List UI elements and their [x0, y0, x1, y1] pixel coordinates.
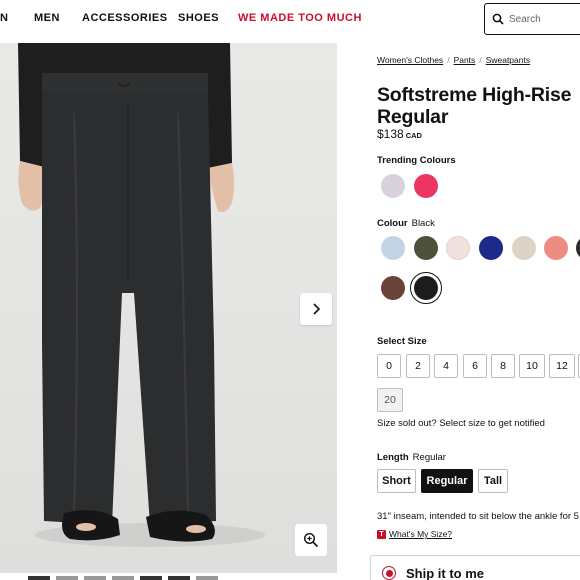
product-photo	[18, 43, 265, 547]
image-thumbnail[interactable]	[168, 576, 190, 580]
size-option-6[interactable]: 6	[463, 354, 487, 378]
next-image-button[interactable]	[300, 293, 332, 325]
breadcrumb-womens-clothes[interactable]: Women's Clothes	[377, 55, 443, 65]
product-image-gallery	[0, 43, 337, 573]
colour-swatch-blush[interactable]	[446, 236, 470, 260]
nav-item-women[interactable]: N	[0, 12, 8, 24]
breadcrumb-pants[interactable]: Pants	[454, 55, 476, 65]
nav-item-shoes[interactable]: SHOES	[178, 12, 219, 24]
price-currency: CAD	[405, 131, 422, 140]
colour-swatch-charcoal[interactable]	[576, 236, 580, 260]
size-option-20-soldout[interactable]: 20	[377, 388, 403, 412]
breadcrumb: Women's Clothes / Pants / Sweatpants	[377, 55, 530, 65]
colour-label: Colour Black	[377, 218, 435, 229]
radio-dot	[385, 569, 393, 577]
ship-it-to-me-option[interactable]: Ship it to me	[377, 563, 484, 580]
image-thumbnail[interactable]	[56, 576, 78, 580]
product-price: $138 CAD	[377, 127, 422, 141]
sold-out-note: Size sold out? Select size to get notifi…	[377, 418, 545, 429]
search-input[interactable]	[509, 10, 580, 28]
image-thumbnail[interactable]	[112, 576, 134, 580]
image-thumbnail[interactable]	[140, 576, 162, 580]
length-selected-value: Regular	[412, 452, 446, 463]
colour-swatch-brown[interactable]	[381, 276, 405, 300]
length-label: Length Regular	[377, 452, 446, 463]
whats-my-size-link[interactable]: What's My Size?	[389, 529, 452, 539]
size-option-8[interactable]: 8	[491, 354, 515, 378]
colour-label-text: Colour	[377, 218, 408, 229]
colour-swatch-black-selected[interactable]	[410, 272, 442, 304]
inseam-description: 31" inseam, intended to sit below the an…	[377, 511, 579, 522]
ship-radio-button[interactable]	[382, 566, 396, 580]
nav-item-men[interactable]: MEN	[34, 12, 60, 24]
colour-swatch-light-blue[interactable]	[381, 236, 405, 260]
size-help: T What's My Size?	[377, 529, 452, 539]
breadcrumb-separator: /	[479, 55, 482, 65]
top-navigation: N MEN ACCESSORIES SHOES WE MADE TOO MUCH	[0, 0, 580, 40]
colour-swatch-navy[interactable]	[479, 236, 503, 260]
product-title: Softstreme High-Rise Regular	[377, 84, 580, 128]
ship-it-to-me-label: Ship it to me	[406, 565, 484, 580]
product-title-line1: Softstreme High-Rise	[377, 84, 572, 106]
length-option-short[interactable]: Short	[377, 469, 416, 493]
nav-item-we-made-too-much[interactable]: WE MADE TOO MUCH	[238, 12, 362, 24]
colour-swatch-coral[interactable]	[544, 236, 568, 260]
length-option-tall[interactable]: Tall	[478, 469, 508, 493]
size-guide-icon: T	[377, 529, 386, 539]
trending-swatch-pink[interactable]	[414, 174, 438, 198]
size-option-4[interactable]: 4	[434, 354, 458, 378]
chevron-right-icon	[313, 303, 321, 315]
image-thumbnail[interactable]	[28, 576, 50, 580]
image-thumbnail[interactable]	[196, 576, 218, 580]
price-value: $138	[377, 127, 404, 141]
length-option-regular[interactable]: Regular	[421, 469, 473, 493]
size-option-0[interactable]: 0	[377, 354, 401, 378]
zoom-in-icon	[303, 532, 319, 548]
zoom-button[interactable]	[295, 524, 327, 556]
select-size-label: Select Size	[377, 336, 427, 347]
length-label-text: Length	[377, 452, 409, 463]
size-option-2[interactable]: 2	[406, 354, 430, 378]
colour-selected-value: Black	[411, 218, 435, 229]
colour-swatch-olive[interactable]	[414, 236, 438, 260]
trending-swatch-lilac[interactable]	[381, 174, 405, 198]
colour-swatch-sand[interactable]	[512, 236, 536, 260]
colour-swatch-black-fill	[414, 276, 438, 300]
breadcrumb-separator: /	[447, 55, 450, 65]
breadcrumb-sweatpants[interactable]: Sweatpants	[486, 55, 530, 65]
search-icon	[492, 13, 504, 25]
product-title-line2: Regular	[377, 106, 449, 128]
nav-item-accessories[interactable]: ACCESSORIES	[82, 12, 168, 24]
size-option-10[interactable]: 10	[519, 354, 545, 378]
image-thumbnail[interactable]	[84, 576, 106, 580]
size-option-12[interactable]: 12	[549, 354, 575, 378]
trending-colours-label: Trending Colours	[377, 155, 456, 166]
search-box[interactable]	[484, 3, 580, 35]
